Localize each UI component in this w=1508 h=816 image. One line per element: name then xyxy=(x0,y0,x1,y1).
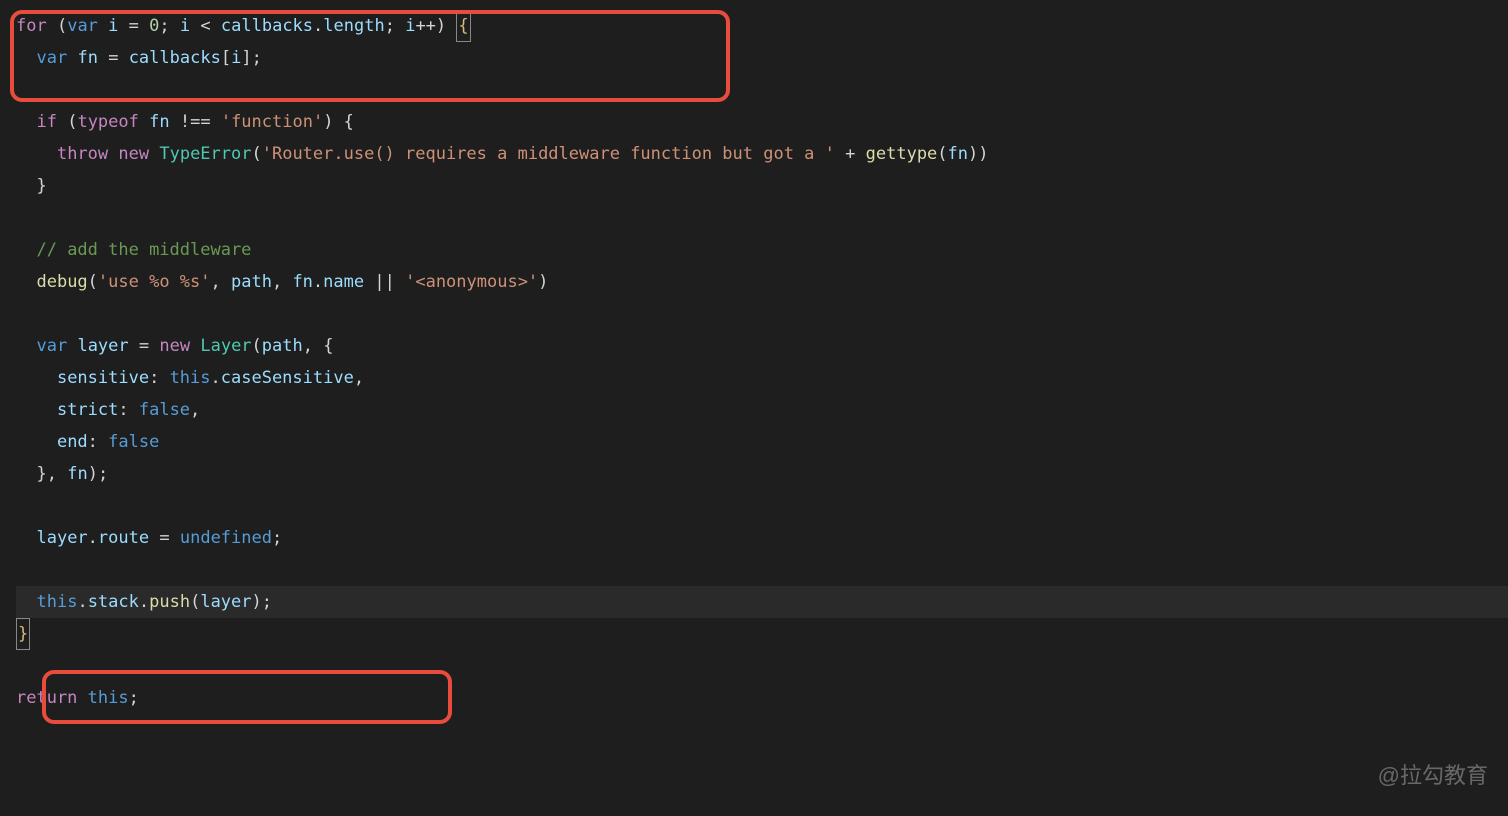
code-line-empty[interactable] xyxy=(16,554,1508,586)
code-line-empty[interactable] xyxy=(16,298,1508,330)
code-line[interactable]: debug('use %o %s', path, fn.name || '<an… xyxy=(16,266,1508,298)
code-line[interactable]: this.stack.push(layer); xyxy=(16,586,1508,618)
watermark: @拉勾教育 xyxy=(1378,756,1488,796)
code-line-empty[interactable] xyxy=(16,650,1508,682)
code-line[interactable]: throw new TypeError('Router.use() requir… xyxy=(16,138,1508,170)
code-line[interactable]: return this; xyxy=(16,682,1508,714)
code-line-empty[interactable] xyxy=(16,74,1508,106)
code-line[interactable]: var layer = new Layer(path, { xyxy=(16,330,1508,362)
code-line[interactable]: layer.route = undefined; xyxy=(16,522,1508,554)
code-line-empty[interactable] xyxy=(16,202,1508,234)
code-line[interactable]: var fn = callbacks[i]; xyxy=(16,42,1508,74)
code-line[interactable]: end: false xyxy=(16,426,1508,458)
code-line[interactable]: for (var i = 0; i < callbacks.length; i+… xyxy=(16,10,1508,42)
code-line-empty[interactable] xyxy=(16,490,1508,522)
code-editor[interactable]: for (var i = 0; i < callbacks.length; i+… xyxy=(0,10,1508,714)
code-line[interactable]: } xyxy=(16,618,1508,650)
code-line[interactable]: strict: false, xyxy=(16,394,1508,426)
code-line[interactable]: } xyxy=(16,170,1508,202)
code-line[interactable]: // add the middleware xyxy=(16,234,1508,266)
code-line[interactable]: if (typeof fn !== 'function') { xyxy=(16,106,1508,138)
code-line[interactable]: }, fn); xyxy=(16,458,1508,490)
code-line[interactable]: sensitive: this.caseSensitive, xyxy=(16,362,1508,394)
